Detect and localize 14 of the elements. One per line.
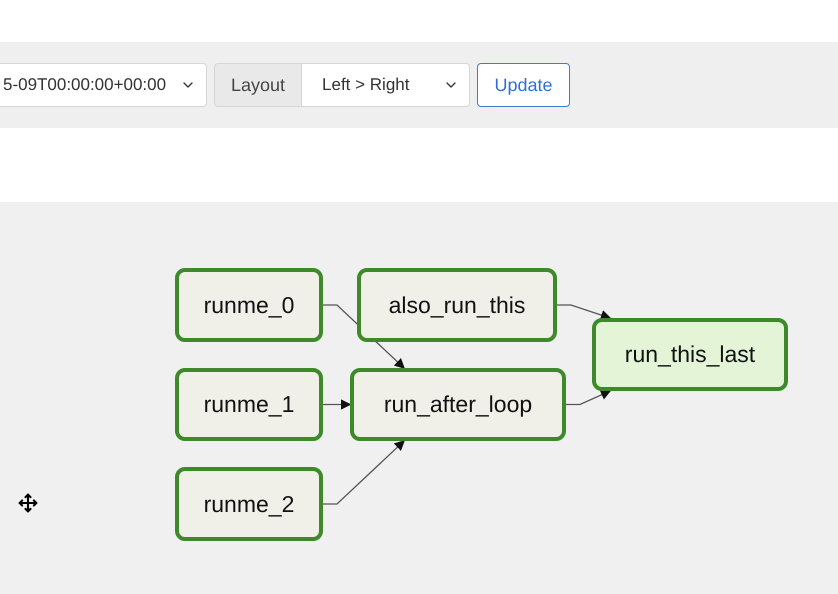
layout-select[interactable]: Left > Right (301, 63, 470, 107)
edge-arrow (323, 399, 352, 410)
task-node[interactable]: run_after_loop (350, 368, 566, 441)
update-button[interactable]: Update (477, 63, 570, 107)
task-node[interactable]: runme_0 (175, 268, 323, 342)
edge-arrow (566, 390, 612, 406)
move-icon (18, 493, 38, 513)
task-node[interactable]: runme_1 (175, 368, 323, 441)
layout-label: Layout (214, 63, 302, 107)
task-node[interactable]: runme_2 (175, 467, 323, 541)
task-node[interactable]: run_this_last (592, 318, 788, 391)
edge-arrow (557, 304, 612, 320)
run-select[interactable]: 5-09T00:00:00+00:00 (0, 63, 207, 107)
task-node[interactable]: also_run_this (357, 268, 557, 342)
